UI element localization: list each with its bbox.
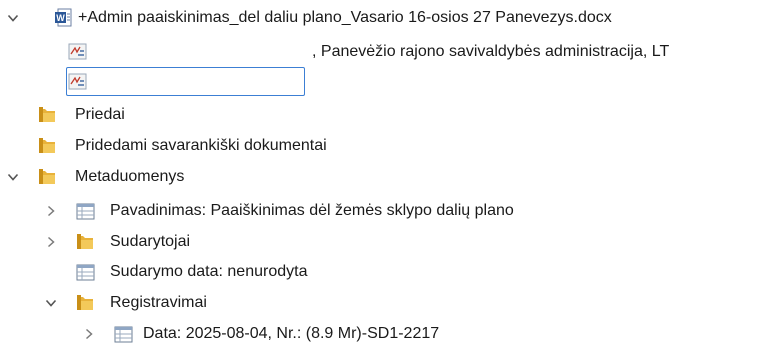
- table-icon: [76, 202, 95, 221]
- svg-text:W: W: [56, 13, 65, 23]
- tree-node-sudarytojai[interactable]: Sudarytojai: [0, 228, 769, 256]
- document-tree: W +Admin paaiskinimas_del daliu plano_Va…: [0, 0, 769, 354]
- tree-node-label: Registravimai: [110, 294, 207, 311]
- tree-node-document[interactable]: W +Admin paaiskinimas_del daliu plano_Va…: [0, 4, 769, 32]
- expand-chevron-icon[interactable]: [6, 11, 20, 25]
- tree-node-label: +Admin paaiskinimas_del daliu plano_Vasa…: [78, 9, 612, 26]
- expand-chevron-icon[interactable]: [6, 170, 20, 184]
- tree-node-label: Pavadinimas: Paaiškinimas dėl žemės skly…: [110, 202, 514, 219]
- collapse-chevron-icon[interactable]: [82, 327, 96, 341]
- word-document-icon: W: [54, 8, 73, 27]
- folder-icon: [38, 136, 57, 155]
- folder-icon: [76, 293, 95, 312]
- signature-label: , Panevėžio rajono savivaldybės administ…: [312, 43, 670, 60]
- folder-icon: [76, 232, 95, 251]
- tree-node-label: Priedai: [75, 106, 125, 123]
- tree-node-pavadinimas[interactable]: Pavadinimas: Paaiškinimas dėl žemės skly…: [0, 197, 769, 225]
- folder-icon: [38, 167, 57, 186]
- table-icon: [76, 263, 95, 282]
- signature-icon: [68, 72, 87, 91]
- tree-node-priedai[interactable]: Priedai: [0, 101, 769, 129]
- signature-icon: [68, 42, 87, 61]
- expand-chevron-icon[interactable]: [44, 296, 58, 310]
- tree-node-label: Sudarymo data: nenurodyta: [110, 263, 308, 280]
- tree-node-metaduomenys[interactable]: Metaduomenys: [0, 163, 769, 191]
- table-icon: [114, 325, 133, 344]
- tree-node-registravimai[interactable]: Registravimai: [0, 289, 769, 317]
- tree-node-label: Pridedami savarankiški dokumentai: [75, 137, 327, 154]
- tree-node-label: Data: 2025-08-04, Nr.: (8.9 Mr)-SD1-2217: [143, 325, 440, 342]
- tree-node-signature[interactable]: , Panevėžio rajono savivaldybės administ…: [0, 38, 769, 66]
- folder-icon: [38, 105, 57, 124]
- collapse-chevron-icon[interactable]: [44, 235, 58, 249]
- tree-node-sudarymo-data[interactable]: Sudarymo data: nenurodyta: [0, 258, 769, 286]
- tree-node-signature-editing[interactable]: [0, 67, 305, 95]
- collapse-chevron-icon[interactable]: [44, 204, 58, 218]
- tree-node-pridedami[interactable]: Pridedami savarankiški dokumentai: [0, 132, 769, 160]
- tree-node-data[interactable]: Data: 2025-08-04, Nr.: (8.9 Mr)-SD1-2217: [0, 320, 769, 348]
- tree-node-label: Metaduomenys: [75, 168, 185, 185]
- tree-node-label: Sudarytojai: [110, 233, 191, 250]
